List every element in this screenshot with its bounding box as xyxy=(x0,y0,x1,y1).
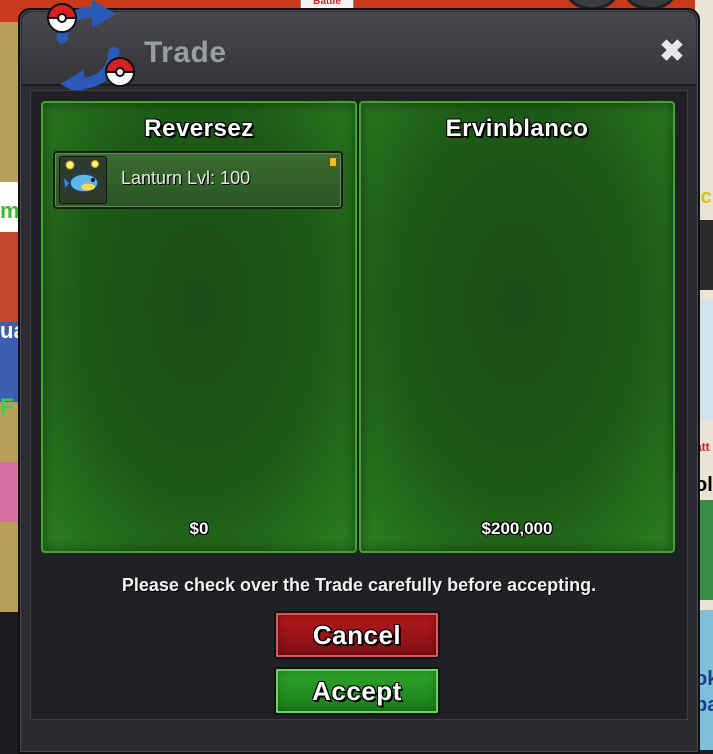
trader-panel-right: Ervinblanco $200,000 xyxy=(359,101,675,553)
money-offer-left: $0 xyxy=(189,519,209,538)
cancel-button[interactable]: Cancel xyxy=(274,611,440,659)
trader-name-right: Ervinblanco xyxy=(445,115,589,142)
item-badge-icon xyxy=(329,157,337,167)
trade-item-label: Lanturn Lvl: 100 xyxy=(121,168,251,188)
trade-content: Reversez Lanturn Lvl: 100 $0 Ervinblanco… xyxy=(30,90,688,720)
trader-name-left: Reversez xyxy=(144,115,254,142)
trader-panel-left: Reversez Lanturn Lvl: 100 $0 xyxy=(41,101,357,553)
lanturn-icon xyxy=(59,156,107,204)
trade-notice: Please check over the Trade carefully be… xyxy=(121,575,597,595)
money-offer-right: $200,000 xyxy=(481,519,553,538)
accept-button[interactable]: Accept xyxy=(274,667,440,715)
trade-arrows-pokeball-icon xyxy=(46,0,136,96)
window-title: Trade xyxy=(144,36,227,69)
trade-window: Trade ✖ Reversez Lanturn Lvl: 100 $0 Erv… xyxy=(18,0,700,754)
close-button[interactable]: ✖ xyxy=(658,37,686,67)
trade-item-slot[interactable]: Lanturn Lvl: 100 xyxy=(53,151,343,209)
